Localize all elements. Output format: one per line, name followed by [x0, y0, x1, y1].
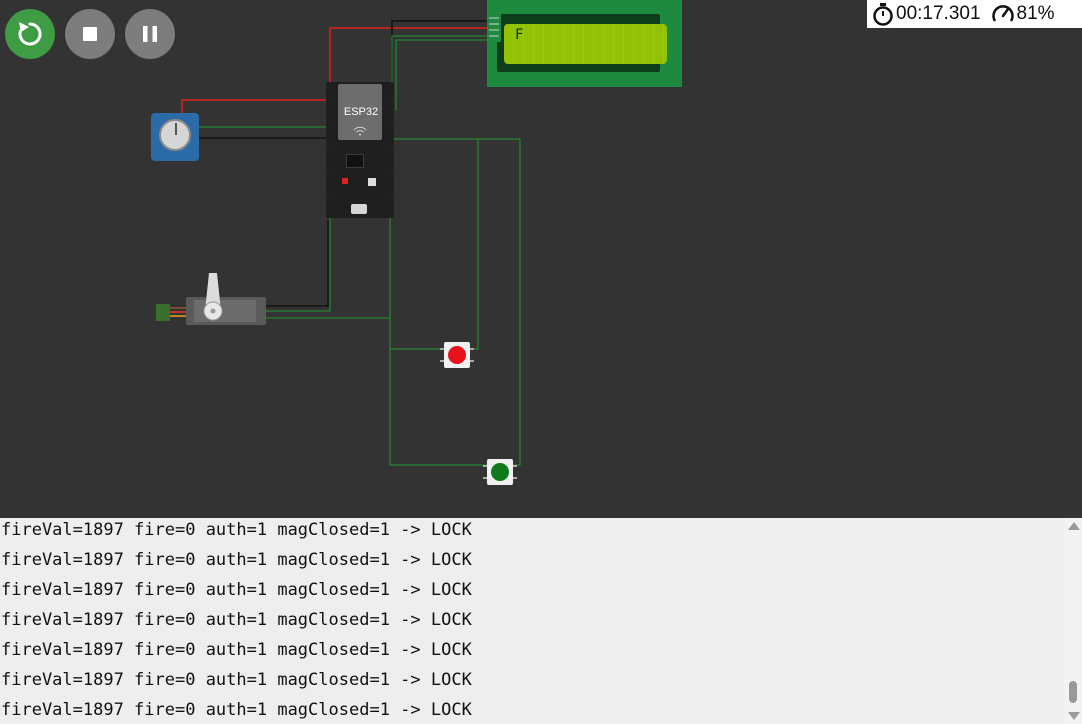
scroll-down-arrow-icon[interactable] — [1068, 712, 1080, 720]
esp32-right-pins — [388, 96, 394, 216]
knob-indicator — [175, 123, 177, 135]
scroll-up-arrow-icon[interactable] — [1068, 522, 1080, 530]
restart-button[interactable] — [5, 9, 55, 59]
esp32-left-pins — [326, 96, 332, 216]
esp32-label: ESP32 — [343, 106, 379, 118]
speed-gauge-icon — [991, 5, 1014, 22]
wifi-icon — [353, 126, 367, 136]
restart-icon — [18, 22, 42, 46]
red-pushbutton[interactable] — [440, 340, 474, 370]
boot-button[interactable] — [368, 178, 376, 186]
serial-line: fireVal=1897 fire=0 auth=1 magClosed=1 -… — [1, 700, 472, 720]
green-pushbutton[interactable] — [483, 457, 517, 487]
potentiometer[interactable] — [151, 113, 199, 161]
lcd-screen: F — [504, 24, 667, 64]
simulation-canvas[interactable]: F ESP32 — [0, 0, 1082, 518]
serial-line: fireVal=1897 fire=0 auth=1 magClosed=1 -… — [1, 670, 472, 690]
serial-monitor[interactable]: fireVal=1897 fire=0 auth=1 magClosed=1 -… — [0, 518, 1082, 724]
pause-button[interactable] — [125, 9, 175, 59]
lcd-text: F — [515, 27, 524, 43]
lcd-pin-header — [487, 14, 501, 42]
pause-icon — [143, 26, 157, 42]
simulation-speed: 81% — [1016, 3, 1055, 24]
serial-line: fireVal=1897 fire=0 auth=1 magClosed=1 -… — [1, 640, 472, 660]
power-led — [342, 178, 348, 184]
potentiometer-knob[interactable] — [159, 119, 191, 151]
lcd-display[interactable]: F — [487, 0, 682, 87]
stop-icon — [83, 27, 97, 41]
red-button-cap[interactable] — [448, 346, 466, 364]
serial-line: fireVal=1897 fire=0 auth=1 magClosed=1 -… — [1, 520, 472, 540]
lcd-character-grid — [504, 24, 667, 64]
scrollbar-thumb[interactable] — [1069, 681, 1077, 703]
simulation-status-bar: 00:17.301 81% — [867, 0, 1082, 28]
usb-port — [351, 204, 367, 214]
esp32-board[interactable]: ESP32 — [326, 82, 394, 218]
elapsed-time: 00:17.301 — [896, 3, 981, 24]
serial-line: fireVal=1897 fire=0 auth=1 magClosed=1 -… — [1, 580, 472, 600]
servo-motor[interactable] — [156, 273, 266, 325]
stopwatch-icon — [873, 3, 893, 26]
serial-output: fireVal=1897 fire=0 auth=1 magClosed=1 -… — [1, 518, 472, 724]
green-button-cap[interactable] — [491, 463, 509, 481]
serial-line: fireVal=1897 fire=0 auth=1 magClosed=1 -… — [1, 550, 472, 570]
stop-button[interactable] — [65, 9, 115, 59]
esp32-chip — [346, 154, 364, 168]
console-scrollbar[interactable] — [1064, 518, 1082, 724]
serial-line: fireVal=1897 fire=0 auth=1 magClosed=1 -… — [1, 610, 472, 630]
